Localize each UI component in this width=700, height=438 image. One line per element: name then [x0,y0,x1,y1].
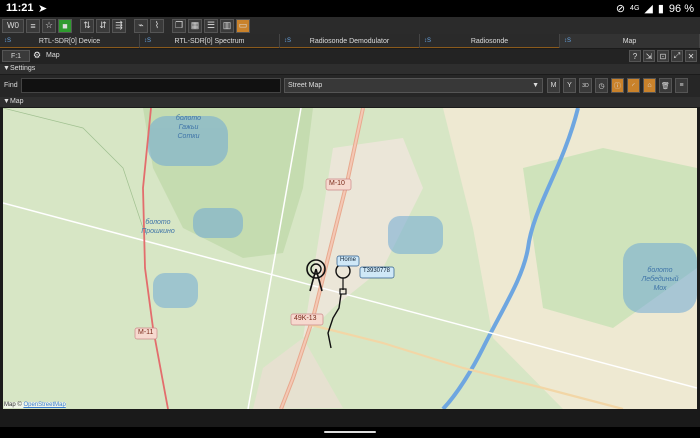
tab-icon: ↕S [284,38,292,44]
add-mimo-icon[interactable]: ⇶ [112,18,126,33]
map-view[interactable]: M-10 M-11 49K-13 Home T3930778 болото Га… [3,108,697,409]
delete-icon[interactable]: 🗑 [659,78,672,93]
signal-icon: ◢ [644,3,653,15]
network-label: 4G [630,5,640,12]
tab-map[interactable]: ↕S Map [560,34,700,48]
gesture-bar [0,427,700,438]
feature-window-bar: F:1 ⚙ Map ? ⇲ ⊡ ⤢ ✕ [0,49,700,64]
maximize-icon[interactable]: ⤢ [671,50,683,62]
device-set-button[interactable]: W0 [2,18,24,33]
fullscreen-icon[interactable]: ▭ [236,18,250,33]
start-icon[interactable]: ■ [58,18,72,33]
stack-icon[interactable]: ☰ [204,18,218,33]
settings-header[interactable]: ▼Settings [0,64,700,74]
dnd-icon: ⊘ [615,3,626,15]
add-channel-icon[interactable]: ⌁ [134,18,148,33]
3d-button[interactable]: 3D [579,78,592,93]
feature-index-label[interactable]: F:1 [2,50,30,62]
openstreetmap-link[interactable]: OpenStreetMap [23,402,65,408]
tab-radiosonde[interactable]: ↕S Radiosonde [420,34,560,48]
place-label-gazhi: болото Гажьи Сотки [175,115,202,140]
battery-icon: ▮ [657,3,664,15]
tab-rtlsdr-device[interactable]: ↕S RTL-SDR[0] Device [0,34,140,48]
place-label-proshkino: болото Прошкино [141,219,175,235]
list-icon[interactable]: ≡ [675,78,688,93]
road-label-49k13-text: 49K-13 [294,315,317,322]
tab-rtlsdr-spectrum[interactable]: ↕S RTL-SDR[0] Spectrum [140,34,280,48]
main-toolbar: W0 ≡ ☆ ■ ⇅ ⇵ ⇶ ⌁ ⌇ ❐ ▦ ☰ ▥ ▭ [0,17,700,34]
find-row: Find Street Map ▼ M Y 3D ◷ ⓘ ◜ ⌂ 🗑 ≡ [0,75,700,97]
clock-icon[interactable]: ◷ [595,78,608,93]
cascade-icon[interactable]: ❐ [172,18,186,33]
map-header[interactable]: ▼Map [0,97,700,107]
place-label-lebediny: болото Лебединый Мох [641,267,679,292]
add-feature-icon[interactable]: ⌇ [150,18,164,33]
find-input[interactable] [21,78,281,93]
map-y-button[interactable]: Y [563,78,576,93]
map-type-select[interactable]: Street Map ▼ [284,78,543,93]
help-icon[interactable]: ? [629,50,641,62]
move-icon[interactable]: ⇲ [643,50,655,62]
road-label-m11-text: M-11 [138,329,154,336]
home-gesture-handle[interactable] [324,431,376,433]
window-title: Map [46,52,60,59]
tab-radiosonde-demodulator[interactable]: ↕S Radiosonde Demodulator [280,34,420,48]
sonde-label[interactable]: T3930778 [363,268,390,274]
tab-icon: ↕S [4,38,12,44]
system-status-bar: 11:21 ➤ ⊘ 4G ◢ ▮ 96 % [0,0,700,17]
radiotime-icon[interactable]: ◜ [627,78,640,93]
find-label: Find [4,82,18,89]
workspace-tabs: ↕S RTL-SDR[0] Device ↕S RTL-SDR[0] Spect… [0,34,700,48]
shrink-icon[interactable]: ⊡ [657,50,669,62]
close-icon[interactable]: ✕ [685,50,697,62]
star-icon[interactable]: ☆ [42,18,56,33]
home-label[interactable]: Home [340,257,356,263]
map-m-button[interactable]: M [547,78,560,93]
send-icon: ➤ [38,3,48,15]
road-label-m10-text: M-10 [329,180,345,187]
add-tx-icon[interactable]: ⇵ [96,18,110,33]
clock: 11:21 [6,2,34,14]
columns-icon[interactable]: ▥ [220,18,234,33]
tab-icon: ↕S [564,38,572,44]
beacon-icon[interactable]: ⓘ [611,78,624,93]
tab-icon: ↕S [144,38,152,44]
menu-icon[interactable]: ≡ [26,18,40,33]
tile-icon[interactable]: ▦ [188,18,202,33]
map-attribution: Map © OpenStreetMap [4,402,66,408]
display-names-icon[interactable]: ⌂ [643,78,656,93]
bottom-panel [0,409,700,427]
gear-icon[interactable]: ⚙ [33,50,44,62]
chevron-down-icon: ▼ [532,82,539,89]
tab-icon: ↕S [424,38,432,44]
add-rx-icon[interactable]: ⇅ [80,18,94,33]
battery-label: 96 % [668,2,694,15]
